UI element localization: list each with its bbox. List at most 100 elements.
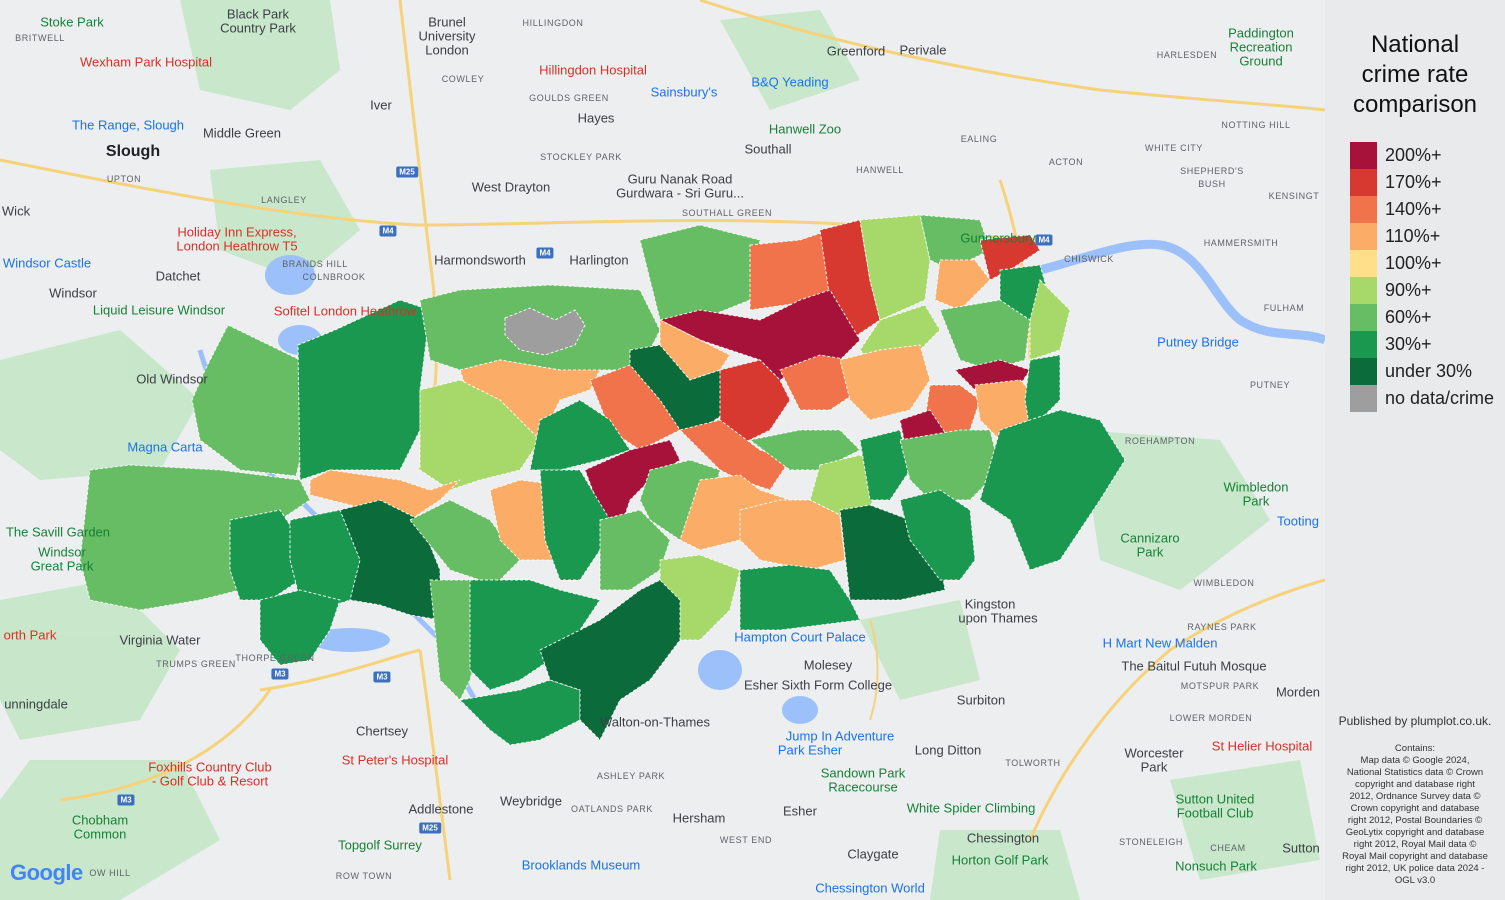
place-label[interactable]: Tooting — [1277, 514, 1319, 529]
place-label[interactable]: Hillingdon Hospital — [539, 63, 647, 78]
place-label[interactable]: BRANDS HILL — [282, 259, 348, 269]
place-label[interactable]: Recreation — [1230, 40, 1293, 55]
place-label[interactable]: London — [425, 43, 468, 58]
place-label[interactable]: Racecourse — [828, 780, 897, 795]
place-label[interactable]: PUTNEY — [1250, 380, 1290, 390]
place-label[interactable]: Horton Golf Park — [952, 853, 1049, 868]
place-label[interactable]: ROW TOWN — [336, 871, 392, 881]
place-label[interactable]: Great Park — [31, 559, 94, 574]
place-label[interactable]: Iver — [370, 98, 392, 113]
place-label[interactable]: Brunel — [428, 15, 466, 30]
place-label[interactable]: Hersham — [673, 811, 726, 826]
place-label[interactable]: Windsor Castle — [3, 256, 91, 271]
place-label[interactable]: Park — [1137, 545, 1164, 560]
place-label[interactable]: HILLINGDON — [522, 18, 583, 28]
place-label[interactable]: The Range, Slough — [72, 118, 184, 133]
place-label[interactable]: Wexham Park Hospital — [80, 55, 212, 70]
place-label[interactable]: Walton-on-Thames — [600, 715, 710, 730]
place-label[interactable]: - Golf Club & Resort — [152, 774, 268, 789]
place-label[interactable]: Weybridge — [500, 794, 562, 809]
place-label[interactable]: Black Park — [227, 7, 289, 22]
place-label[interactable]: Chessington World — [815, 881, 925, 896]
place-label[interactable]: Virginia Water — [120, 633, 201, 648]
place-label[interactable]: Chobham — [72, 813, 128, 828]
place-label[interactable]: MOTSPUR PARK — [1181, 681, 1260, 691]
place-label[interactable]: HANWELL — [856, 165, 904, 175]
place-label[interactable]: BRITWELL — [15, 33, 65, 43]
place-label[interactable]: GOULDS GREEN — [529, 93, 609, 103]
place-label[interactable]: Ground — [1239, 54, 1282, 69]
place-label[interactable]: Morden — [1276, 685, 1320, 700]
place-label[interactable]: The Baitul Futuh Mosque — [1121, 659, 1266, 674]
place-label[interactable]: OATLANDS PARK — [571, 804, 653, 814]
place-label[interactable]: Gunnersbury — [960, 231, 1035, 246]
place-label[interactable]: BUSH — [1198, 179, 1225, 189]
place-label[interactable]: Windsor — [38, 545, 86, 560]
place-label[interactable]: Chertsey — [356, 724, 408, 739]
place-label[interactable]: WEST END — [720, 835, 772, 845]
place-label[interactable]: Stoke Park — [40, 15, 104, 30]
place-label[interactable]: The Savill Garden — [6, 525, 110, 540]
place-label[interactable]: THORPE GREEN — [235, 653, 314, 663]
place-label[interactable]: Sandown Park — [821, 766, 906, 781]
place-label[interactable]: Putney Bridge — [1157, 335, 1239, 350]
place-label[interactable]: Park — [1141, 760, 1168, 775]
place-label[interactable]: H Mart New Malden — [1103, 636, 1218, 651]
place-label[interactable]: Common — [74, 827, 127, 842]
place-label[interactable]: HAMMERSMITH — [1204, 238, 1279, 248]
place-label[interactable]: Perivale — [900, 43, 947, 58]
place-label[interactable]: upon Thames — [958, 611, 1037, 626]
place-label[interactable]: White Spider Climbing — [907, 801, 1036, 816]
place-label[interactable]: SOUTHALL GREEN — [682, 208, 772, 218]
place-label[interactable]: Claygate — [847, 847, 898, 862]
place-label[interactable]: Nonsuch Park — [1175, 859, 1257, 874]
place-label[interactable]: St Helier Hospital — [1212, 739, 1312, 754]
place-label[interactable]: Windsor — [49, 286, 97, 301]
place-label[interactable]: Country Park — [220, 21, 296, 36]
place-label[interactable]: Topgolf Surrey — [338, 838, 422, 853]
place-label[interactable]: Molesey — [804, 658, 852, 673]
place-label[interactable]: SHEPHERD'S — [1180, 166, 1244, 176]
place-label[interactable]: Sutton United — [1176, 792, 1255, 807]
place-label[interactable]: Harlington — [569, 253, 628, 268]
place-label[interactable]: Wimbledon — [1223, 480, 1288, 495]
place-label[interactable]: Middle Green — [203, 126, 281, 141]
place-label[interactable]: orth Park — [4, 628, 57, 643]
place-label[interactable]: Gurdwara - Sri Guru... — [616, 186, 744, 201]
place-label[interactable]: UPTON — [107, 174, 141, 184]
place-label[interactable]: Southall — [745, 142, 792, 157]
place-label[interactable]: Wick — [2, 204, 30, 219]
place-label[interactable]: Addlestone — [408, 802, 473, 817]
place-label[interactable]: ASHLEY PARK — [597, 771, 665, 781]
place-label[interactable]: Park — [1243, 494, 1270, 509]
place-label[interactable]: Hayes — [578, 111, 615, 126]
place-label[interactable]: London Heathrow T5 — [176, 239, 297, 254]
place-label[interactable]: Datchet — [156, 269, 201, 284]
place-label[interactable]: KENSINGT — [1269, 191, 1320, 201]
place-label[interactable]: STONELEIGH — [1119, 837, 1183, 847]
place-label[interactable]: Kingston — [965, 597, 1016, 612]
place-label[interactable]: NOTTING HILL — [1221, 120, 1290, 130]
place-label[interactable]: Sainsbury's — [651, 85, 718, 100]
place-label[interactable]: Worcester — [1125, 746, 1184, 761]
place-label[interactable]: Paddington — [1228, 26, 1294, 41]
place-label[interactable]: ROEHAMPTON — [1125, 436, 1195, 446]
place-label[interactable]: HARLESDEN — [1157, 50, 1217, 60]
place-label[interactable]: Esher — [783, 804, 817, 819]
map-area[interactable]: Stoke Park BRITWELL Black Park Country Park… — [0, 0, 1325, 900]
place-label[interactable]: EALING — [961, 134, 998, 144]
place-label[interactable]: CHEAM — [1210, 843, 1246, 853]
place-label[interactable]: Brooklands Museum — [522, 858, 641, 873]
place-label[interactable]: RAYNES PARK — [1187, 622, 1256, 632]
place-label[interactable]: Park Esher — [778, 743, 842, 758]
place-label[interactable]: TRUMPS GREEN — [156, 659, 236, 669]
place-label[interactable]: Liquid Leisure Windsor — [93, 303, 225, 318]
place-label[interactable]: St Peter's Hospital — [342, 753, 449, 768]
place-label[interactable]: Surbiton — [957, 693, 1005, 708]
place-label[interactable]: Hanwell Zoo — [769, 122, 841, 137]
place-label[interactable]: LANGLEY — [261, 195, 307, 205]
place-label[interactable]: Foxhills Country Club — [148, 760, 272, 775]
place-label[interactable]: COWLEY — [442, 74, 485, 84]
place-label[interactable]: Sofitel London Heathrow — [274, 304, 416, 319]
place-label[interactable]: ACTON — [1049, 157, 1083, 167]
